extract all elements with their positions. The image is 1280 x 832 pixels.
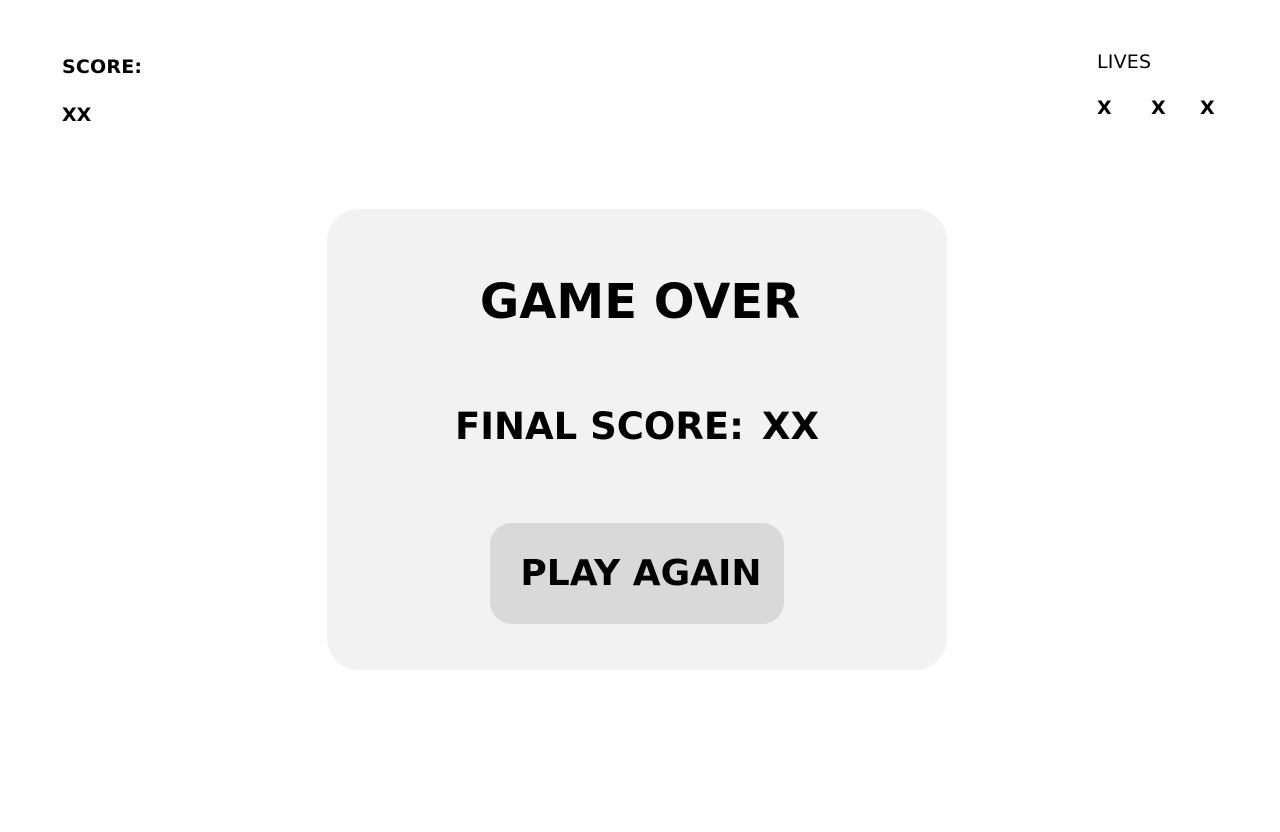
score-label: SCORE: xyxy=(62,56,143,78)
life-marker: X xyxy=(1097,97,1112,119)
lives-label: LIVES xyxy=(1097,51,1152,73)
final-score-value: XX xyxy=(761,405,819,448)
game-over-title: GAME OVER xyxy=(479,274,801,330)
play-again-button[interactable]: PLAY AGAIN xyxy=(490,523,784,624)
game-screen: SCORE: XX LIVES X X X GAME OVER FINAL SC… xyxy=(0,0,1280,832)
life-marker: X xyxy=(1151,97,1166,119)
life-marker: X xyxy=(1200,97,1215,119)
final-score-label: FINAL SCORE: xyxy=(455,405,744,448)
final-score: FINAL SCORE: XX xyxy=(0,404,1274,450)
score-value: XX xyxy=(62,104,92,126)
